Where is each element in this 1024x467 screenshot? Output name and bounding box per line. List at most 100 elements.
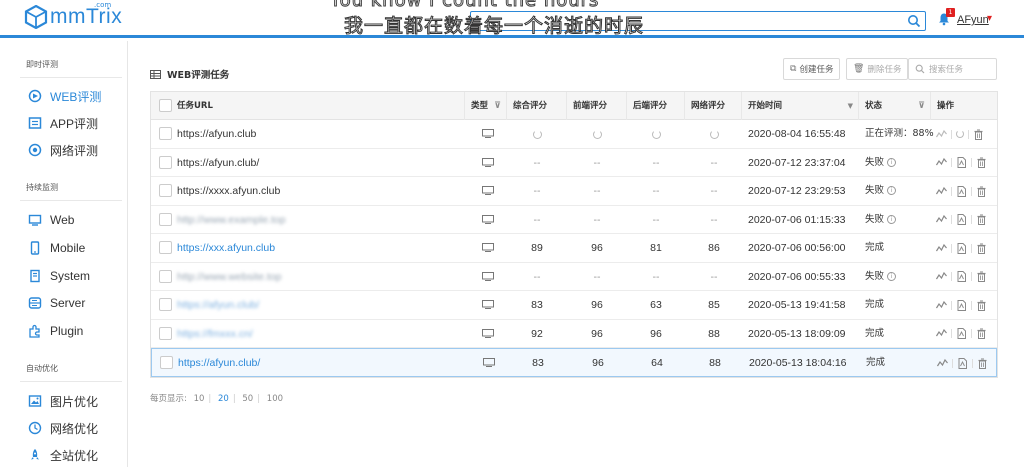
- score-network: 88: [708, 327, 720, 340]
- trash-icon[interactable]: [976, 328, 987, 339]
- status-label: 完成: [865, 327, 885, 339]
- trend-icon[interactable]: [936, 328, 947, 339]
- pdf-icon[interactable]: [956, 157, 967, 168]
- trend-icon[interactable]: [936, 157, 947, 168]
- monitor-icon: [482, 300, 494, 309]
- trash-icon[interactable]: [977, 358, 988, 369]
- table-row[interactable]: https://afyun.club/ -- -- -- -- 2020-07-12 23…: [151, 149, 997, 177]
- info-icon[interactable]: i: [887, 271, 897, 281]
- create-task-button[interactable]: ⧉ 创建任务: [783, 58, 841, 80]
- trend-icon[interactable]: [936, 271, 947, 282]
- col-type[interactable]: 类型 ⊽: [465, 92, 507, 120]
- trend-icon[interactable]: [936, 214, 947, 225]
- sidebar-item-image-opt[interactable]: 图片优化: [28, 392, 98, 410]
- trend-icon[interactable]: [937, 358, 948, 369]
- task-url[interactable]: https://afyun.club/: [177, 291, 259, 319]
- plugin-icon: [29, 324, 40, 338]
- notification-badge: 1: [946, 8, 955, 17]
- pdf-icon[interactable]: [956, 299, 967, 311]
- task-url[interactable]: https://afyun.club/: [177, 149, 259, 177]
- table-row[interactable]: https://afyun.club/83 96 64 88 2020-05-13 18…: [151, 348, 997, 377]
- table-row[interactable]: https://afyun.club 2020-08-04 16:55:48 正在评…: [151, 120, 997, 149]
- user-menu[interactable]: AFyun: [957, 14, 989, 26]
- pdf-icon[interactable]: [956, 328, 967, 339]
- row-checkbox[interactable]: [159, 127, 172, 140]
- task-url[interactable]: https://afyun.club: [177, 120, 256, 148]
- row-checkbox[interactable]: [159, 269, 172, 283]
- sidebar-item-site-opt[interactable]: 全站优化: [28, 446, 98, 464]
- trend-icon[interactable]: [936, 243, 947, 254]
- row-checkbox[interactable]: [159, 241, 172, 254]
- sidebar-item-mobile[interactable]: Mobile: [28, 239, 85, 257]
- task-search-input[interactable]: 搜索任务: [908, 58, 997, 80]
- monitor-icon: [483, 358, 495, 367]
- row-checkbox[interactable]: [159, 298, 172, 311]
- sidebar-item-plugin[interactable]: Plugin: [28, 322, 83, 340]
- page-size-10[interactable]: 10: [194, 394, 205, 404]
- task-url[interactable]: http://www.example.top: [177, 206, 286, 234]
- trash-icon[interactable]: [976, 157, 987, 168]
- row-checkbox[interactable]: [159, 184, 172, 197]
- page-size-100[interactable]: 100: [267, 394, 283, 404]
- filter-icon[interactable]: ⊽: [918, 92, 925, 120]
- monitor-icon: [482, 157, 494, 167]
- status-label: 完成: [865, 299, 885, 310]
- pdf-icon[interactable]: [956, 271, 967, 282]
- sidebar-item-web[interactable]: Web: [28, 211, 74, 229]
- info-icon[interactable]: i: [887, 214, 897, 224]
- sidebar-item-network-opt[interactable]: 网络优化: [28, 419, 98, 437]
- task-url[interactable]: http://www.website.top: [177, 263, 281, 291]
- task-url[interactable]: https://xxxx.afyun.club: [177, 177, 280, 205]
- sidebar-item-app-eval[interactable]: APP评测: [28, 114, 98, 132]
- trash-icon[interactable]: [976, 214, 987, 225]
- task-url[interactable]: https://xxx.afyun.club: [177, 234, 275, 262]
- trash-icon[interactable]: [976, 300, 987, 311]
- pdf-icon[interactable]: [956, 242, 967, 254]
- pdf-icon[interactable]: [956, 214, 967, 225]
- table-row[interactable]: https://xxxx.afyun.club -- -- -- -- 2020-07-1…: [151, 177, 997, 206]
- table-row[interactable]: http://www.website.top -- -- -- -- 2020-07-06…: [151, 263, 997, 291]
- chevron-down-icon[interactable]: ▾: [987, 13, 992, 24]
- sort-icon[interactable]: ▼: [848, 92, 853, 120]
- task-url[interactable]: https://afyun.club/: [178, 349, 260, 377]
- lyric-overlay-chinese: 我一直都在数着每一个消逝的时辰: [343, 15, 645, 38]
- score-network: --: [710, 270, 718, 283]
- trend-icon[interactable]: [936, 186, 947, 197]
- task-url[interactable]: https://fmxxx.cn/: [177, 320, 253, 348]
- sidebar-item-system[interactable]: System: [28, 267, 90, 285]
- search-icon[interactable]: [907, 14, 921, 28]
- row-checkbox[interactable]: [160, 356, 173, 369]
- trash-icon[interactable]: [973, 129, 984, 140]
- trend-icon[interactable]: [936, 129, 947, 140]
- trash-icon[interactable]: [976, 186, 987, 197]
- sidebar-item-server[interactable]: Server: [28, 294, 85, 312]
- score-loading: [517, 120, 557, 148]
- info-icon[interactable]: i: [887, 157, 897, 167]
- pdf-icon[interactable]: [956, 185, 967, 197]
- sidebar-item-network-eval[interactable]: 网络评测: [28, 141, 98, 159]
- info-icon[interactable]: i: [887, 186, 897, 195]
- table-row[interactable]: http://www.example.top -- -- -- -- 2020-07-06…: [151, 206, 997, 234]
- row-checkbox[interactable]: [159, 155, 172, 169]
- page-size-50[interactable]: 50: [242, 394, 253, 404]
- col-status[interactable]: 状态 ⊽: [859, 92, 931, 120]
- sidebar-item-web-eval[interactable]: WEB评测: [28, 87, 101, 105]
- delete-task-label: 删除任务: [867, 65, 902, 75]
- sidebar-item-label: 全站优化: [50, 448, 99, 463]
- delete-task-button[interactable]: 🗑 删除任务: [846, 58, 909, 80]
- table-row[interactable]: https://afyun.club/83 96 63 85 2020-05-13 19…: [151, 291, 997, 320]
- trash-icon[interactable]: [976, 271, 987, 282]
- row-checkbox[interactable]: [159, 326, 172, 340]
- trash-icon[interactable]: [976, 243, 987, 254]
- col-start-time[interactable]: 开始时间 ▼: [742, 92, 859, 120]
- pdf-icon[interactable]: [957, 357, 968, 369]
- score-overall: 83: [531, 299, 543, 311]
- page-size-20[interactable]: 20: [218, 394, 229, 404]
- row-checkbox[interactable]: [159, 212, 172, 226]
- start-time: 2020-05-13 19:41:58: [748, 299, 846, 311]
- trend-icon[interactable]: [936, 300, 947, 311]
- score-loading: [636, 120, 676, 148]
- table-row[interactable]: https://fmxxx.cn/92 96 96 88 2020-05-13 18:0…: [151, 320, 997, 348]
- filter-icon[interactable]: ⊽: [494, 92, 501, 120]
- table-row[interactable]: https://xxx.afyun.club 89 96 81 86 2020-07-06…: [151, 234, 997, 263]
